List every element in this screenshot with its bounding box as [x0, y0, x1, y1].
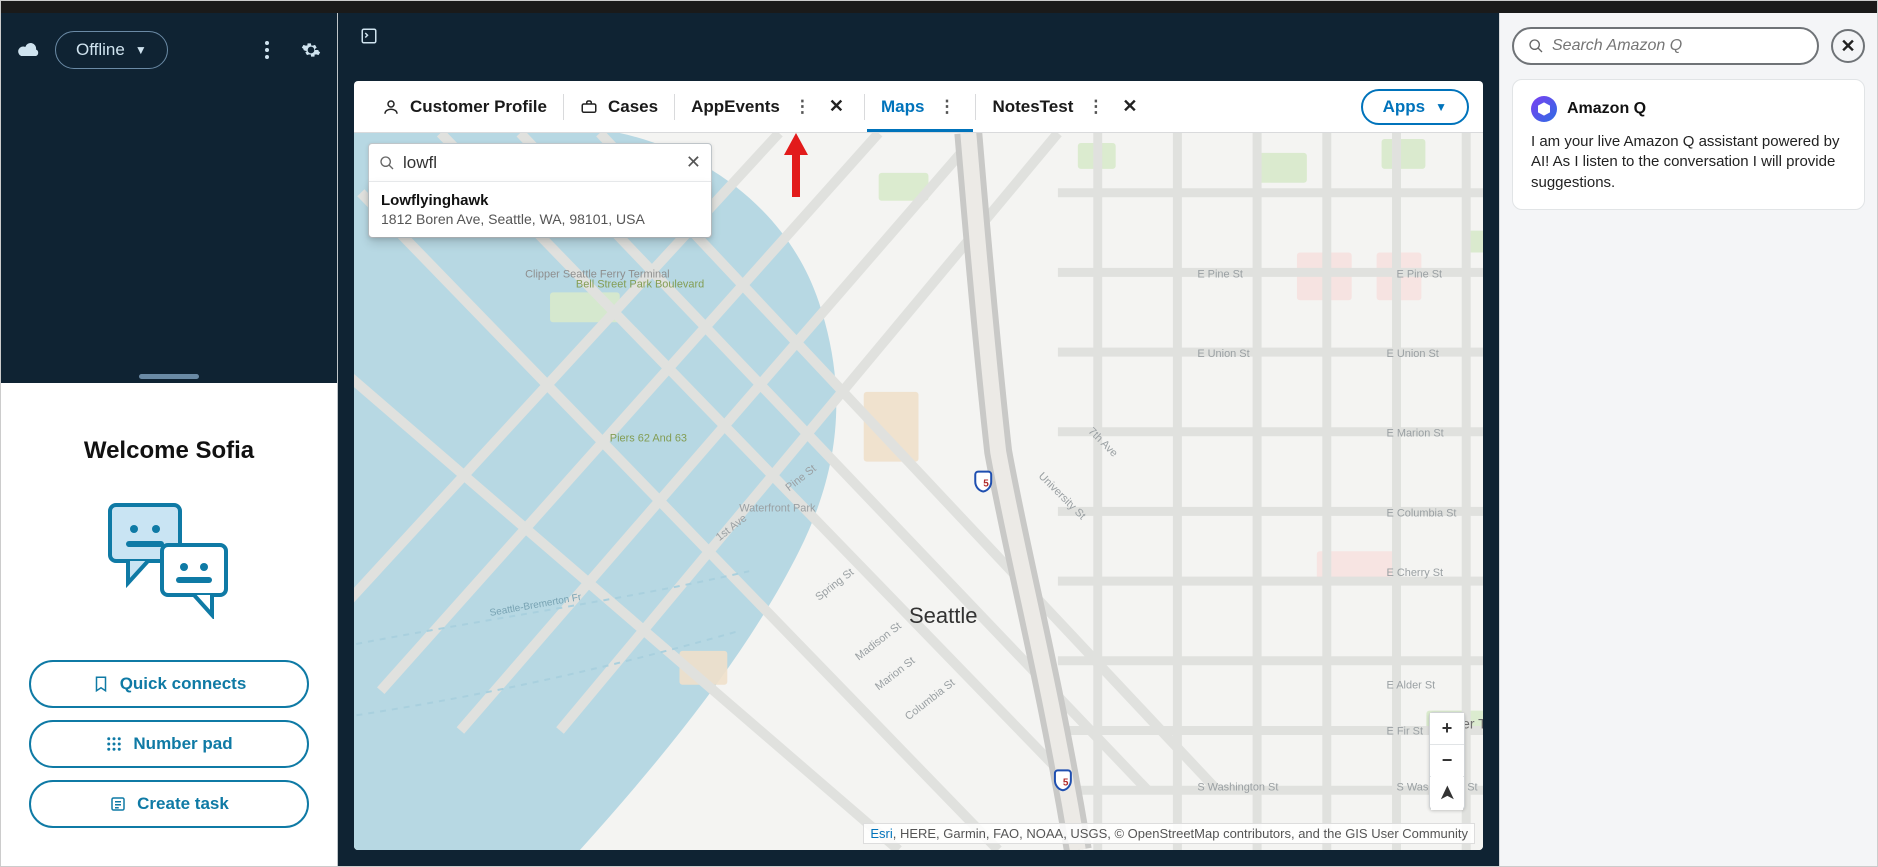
number-pad-button[interactable]: Number pad — [29, 720, 309, 768]
map-search-input[interactable] — [403, 153, 678, 173]
panel-drag-handle[interactable] — [139, 374, 199, 379]
svg-text:E Fir St: E Fir St — [1387, 725, 1423, 737]
chat-illustration — [104, 499, 234, 619]
agent-status-label: Offline — [76, 40, 125, 60]
map-search-panel: ✕ Lowflyinghawk 1812 Boren Ave, Seattle,… — [368, 143, 712, 238]
svg-text:Piers 62 And 63: Piers 62 And 63 — [610, 433, 687, 445]
amazon-q-search[interactable] — [1512, 27, 1819, 65]
map-attribution: Esri, HERE, Garmin, FAO, NOAA, USGS, © O… — [863, 823, 1475, 844]
briefcase-icon — [580, 98, 598, 116]
tab-app-events[interactable]: AppEvents ⋮ ✕ — [677, 81, 862, 132]
agent-status-dropdown[interactable]: Offline ▼ — [55, 31, 168, 69]
tab-cases[interactable]: Cases — [566, 81, 672, 132]
dialpad-icon — [105, 735, 123, 753]
settings-gear-icon[interactable] — [301, 40, 321, 60]
suggestion-name: Lowflyinghawk — [381, 192, 699, 209]
window-top-strip — [1, 1, 1877, 13]
amazon-q-logo-icon — [1531, 96, 1557, 122]
zoom-out-button[interactable]: − — [1430, 745, 1464, 777]
zoom-in-button[interactable]: + — [1430, 713, 1464, 745]
svg-text:Bell Street Park Boulevard: Bell Street Park Boulevard — [576, 278, 704, 290]
connect-cloud-icon — [17, 41, 41, 59]
svg-text:E Pine St: E Pine St — [1197, 268, 1243, 280]
svg-text:Waterfront Park: Waterfront Park — [739, 502, 816, 514]
tab-close-icon[interactable]: ✕ — [825, 96, 848, 117]
apps-dropdown[interactable]: Apps ▼ — [1361, 89, 1469, 125]
amazon-q-panel: ✕ Amazon Q I am your live Amazon Q assis… — [1499, 13, 1877, 866]
workspace: Customer Profile Cases AppEvents ⋮ ✕ — [354, 81, 1483, 850]
compass-button[interactable]: ➤ — [1431, 776, 1463, 810]
svg-text:E Marion St: E Marion St — [1387, 428, 1444, 440]
search-icon — [1528, 38, 1544, 54]
map-search-suggestion[interactable]: Lowflyinghawk 1812 Boren Ave, Seattle, W… — [369, 181, 711, 237]
search-icon — [379, 155, 395, 171]
workspace-menu-icon[interactable] — [358, 25, 380, 47]
attr-esri[interactable]: Esri — [870, 826, 892, 841]
svg-text:E Union St: E Union St — [1197, 348, 1249, 360]
tab-menu-icon[interactable]: ⋮ — [934, 97, 959, 117]
tab-customer-profile[interactable]: Customer Profile — [368, 81, 561, 132]
task-icon — [109, 795, 127, 813]
tab-close-icon[interactable]: ✕ — [1118, 96, 1141, 117]
person-icon — [382, 98, 400, 116]
tab-bar: Customer Profile Cases AppEvents ⋮ ✕ — [354, 81, 1483, 133]
tab-separator — [674, 94, 675, 120]
tab-separator — [975, 94, 976, 120]
tab-menu-icon[interactable]: ⋮ — [1083, 97, 1108, 117]
attr-rest: , HERE, Garmin, FAO, NOAA, USGS, © OpenS… — [893, 826, 1468, 841]
amazon-q-body: I am your live Amazon Q assistant powere… — [1531, 132, 1846, 193]
map-canvas[interactable]: 5 5 E Pine St E Pine St E Union St — [354, 133, 1483, 850]
overflow-menu-icon[interactable] — [257, 40, 277, 60]
svg-text:5: 5 — [1063, 777, 1069, 788]
svg-text:E Pine St: E Pine St — [1397, 268, 1443, 280]
chevron-down-icon: ▼ — [135, 43, 147, 57]
quick-connects-button[interactable]: Quick connects — [29, 660, 309, 708]
svg-text:S Washington St: S Washington St — [1197, 781, 1278, 793]
amazon-q-close-button[interactable]: ✕ — [1831, 29, 1865, 63]
welcome-heading: Welcome Sofia — [84, 437, 254, 465]
tab-menu-icon[interactable]: ⋮ — [790, 97, 815, 117]
svg-text:E Columbia St: E Columbia St — [1387, 507, 1457, 519]
suggestion-address: 1812 Boren Ave, Seattle, WA, 98101, USA — [381, 211, 699, 227]
tab-separator — [563, 94, 564, 120]
svg-text:E Alder St: E Alder St — [1387, 680, 1436, 692]
amazon-q-title: Amazon Q — [1567, 100, 1646, 118]
tab-maps[interactable]: Maps ⋮ — [867, 81, 973, 132]
agent-header: Offline ▼ — [1, 13, 337, 383]
left-panel: Offline ▼ Welcome Sofia — [1, 13, 338, 866]
amazon-q-search-input[interactable] — [1552, 37, 1803, 55]
svg-text:5: 5 — [983, 479, 989, 490]
svg-text:E Union St: E Union St — [1387, 348, 1439, 360]
tab-separator — [864, 94, 865, 120]
svg-text:E Cherry St: E Cherry St — [1387, 567, 1444, 579]
map-city-label: Seattle — [909, 603, 978, 629]
tab-notes-test[interactable]: NotesTest ⋮ ✕ — [978, 81, 1155, 132]
amazon-q-card: Amazon Q I am your live Amazon Q assista… — [1512, 79, 1865, 210]
clear-search-icon[interactable]: ✕ — [686, 152, 701, 173]
chevron-down-icon: ▼ — [1435, 100, 1447, 114]
bookmark-icon — [92, 675, 110, 693]
map-zoom-controls: + − ➤ — [1429, 712, 1465, 810]
create-task-button[interactable]: Create task — [29, 780, 309, 828]
